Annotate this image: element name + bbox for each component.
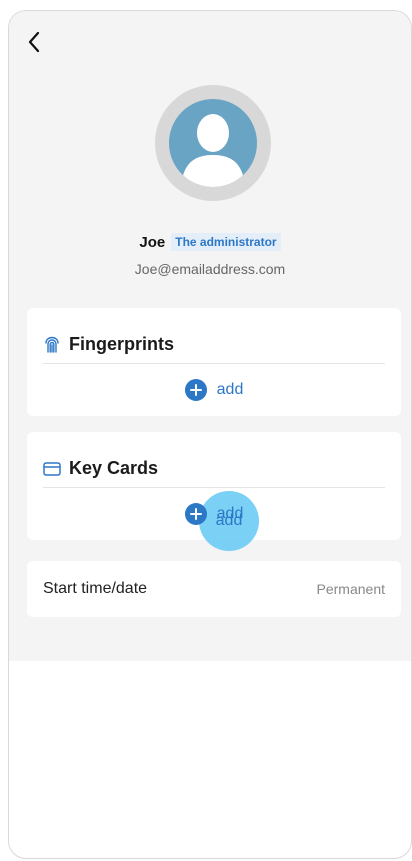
role-badge: The administrator (171, 233, 281, 251)
plus-icon (184, 503, 207, 525)
user-avatar-icon (169, 99, 257, 187)
add-key-card-label: add (216, 505, 244, 522)
add-fingerprint-button[interactable]: add (27, 364, 401, 416)
key-cards-header: Key Cards (43, 432, 385, 488)
start-time-label: Start time/date (43, 580, 148, 597)
fingerprints-card: Fingerprints add (27, 308, 401, 416)
card-icon (43, 461, 61, 476)
phone-screen: Joe The administrator Joe@emailaddress.c… (8, 10, 412, 859)
fingerprints-title: Fingerprints (69, 334, 175, 354)
avatar (155, 85, 271, 201)
name-row: Joe The administrator (9, 233, 411, 251)
start-time-row[interactable]: Start time/date Permanent (27, 561, 401, 617)
user-name: Joe (139, 233, 166, 251)
fingerprint-icon (45, 336, 59, 353)
fingerprints-header: Fingerprints (43, 308, 385, 364)
key-cards-title: Key Cards (69, 458, 159, 478)
chevron-left-icon (28, 31, 40, 53)
add-fingerprint-label: add (216, 381, 244, 398)
back-button[interactable] (19, 27, 49, 57)
start-time-value: Permanent (316, 581, 385, 597)
user-email: Joe@emailaddress.com (134, 261, 286, 277)
plus-icon (184, 379, 207, 401)
